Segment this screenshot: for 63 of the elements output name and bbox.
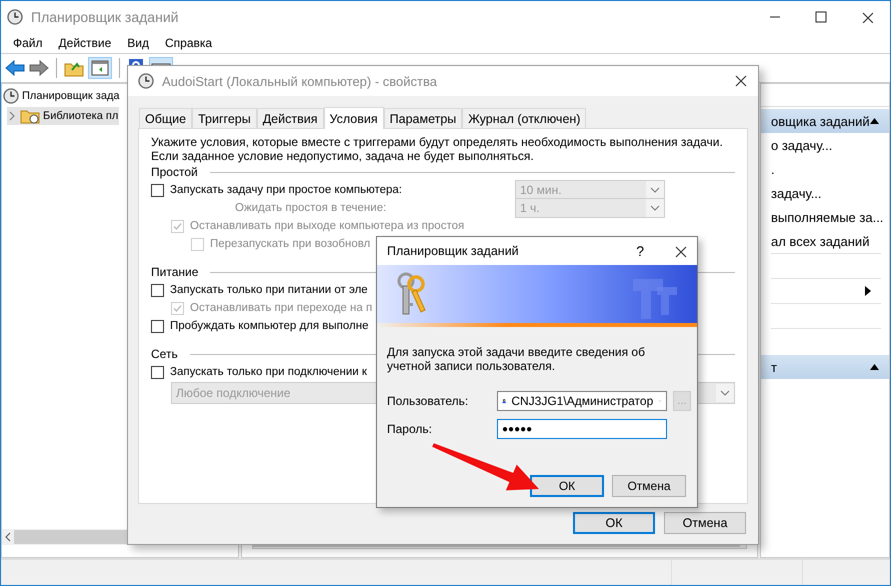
close-icon[interactable] xyxy=(734,74,748,88)
checkbox[interactable] xyxy=(151,284,164,296)
action-link[interactable]: . xyxy=(771,157,889,181)
checkbox-label[interactable]: Пробуждать компьютер для выполне xyxy=(170,320,368,332)
menu-item[interactable]: Действие xyxy=(50,36,120,50)
group-label: Сеть xyxy=(151,347,178,361)
actions-section-header[interactable]: т xyxy=(761,355,889,379)
action-link[interactable]: ал всех заданий xyxy=(771,229,889,253)
maximize-icon[interactable] xyxy=(815,11,827,23)
instruction-text: Укажите условия, которые вместе с триггерами будут определять необходимость выполнения задачи. xyxy=(151,135,724,149)
folder-clock-icon xyxy=(20,108,40,124)
password-field[interactable]: ●●●●● xyxy=(497,419,667,439)
tree-item[interactable]: Планировщик зада xyxy=(3,87,121,105)
checkbox-label[interactable]: Запускать только при питании от эле xyxy=(170,284,368,296)
tab[interactable]: Действия xyxy=(256,108,324,128)
expand-chevron-icon[interactable] xyxy=(7,111,17,121)
field-label: Пользователь: xyxy=(387,394,470,408)
ok-button[interactable]: ОК xyxy=(573,512,655,534)
user-dropdown[interactable]: CNJ3JG1\Администратор xyxy=(497,391,667,411)
group-label: Питание xyxy=(151,265,198,279)
cancel-button[interactable]: Отмена xyxy=(664,512,746,534)
ok-button[interactable]: ОК xyxy=(530,475,604,497)
dialog-title: AudoiStart (Локальный компьютер) - свойства xyxy=(162,74,437,88)
checkbox-label[interactable]: Запускать задачу при простое компьютера: xyxy=(170,184,402,196)
tab[interactable]: Журнал (отключен) xyxy=(462,108,586,128)
actions-section-header[interactable]: овщика заданий xyxy=(761,109,889,133)
menu-item[interactable]: Справка xyxy=(157,36,220,50)
tab[interactable]: Общие xyxy=(139,108,192,128)
field-label: Пароль: xyxy=(387,422,433,436)
checkbox[interactable] xyxy=(151,320,164,332)
tab[interactable]: Условия xyxy=(324,107,384,129)
clock-icon xyxy=(7,9,23,25)
action-link[interactable]: выполняемые за... xyxy=(771,205,889,229)
tab[interactable]: Триггеры xyxy=(192,108,257,128)
checkbox-label[interactable]: Запускать только при подключении к xyxy=(170,366,367,378)
cancel-button[interactable]: Отмена xyxy=(612,475,686,497)
close-icon[interactable] xyxy=(861,11,873,23)
chevron-down-icon xyxy=(646,199,664,217)
field-label: Ожидать простоя в течение: xyxy=(235,202,386,214)
back-arrow-icon[interactable] xyxy=(5,60,25,76)
menu-item[interactable]: Файл xyxy=(5,36,51,50)
menu-item[interactable]: Вид xyxy=(119,36,157,50)
window-title: Планировщик заданий xyxy=(31,9,178,25)
group-label: Простой xyxy=(151,165,198,179)
chevron-down-icon xyxy=(646,181,664,199)
dialog-title: Планировщик заданий xyxy=(387,244,519,258)
console-tree-icon[interactable] xyxy=(88,57,112,79)
clock-icon xyxy=(138,73,154,89)
submenu-arrow-icon[interactable] xyxy=(865,286,871,296)
instruction-text: Если заданное условие недопустимо, задача не будет выполняться. xyxy=(151,149,535,163)
checkbox[interactable] xyxy=(151,366,164,378)
help-button[interactable]: ? xyxy=(636,243,644,259)
collapse-arrow-icon[interactable] xyxy=(870,364,879,370)
action-link[interactable]: о задачу... xyxy=(771,133,889,157)
tree-item[interactable]: Библиотека пл xyxy=(7,107,120,125)
close-icon[interactable] xyxy=(674,244,687,258)
forward-arrow-icon[interactable] xyxy=(29,60,49,76)
action-link[interactable]: задачу... xyxy=(771,181,889,205)
clock-icon xyxy=(3,88,19,104)
tab[interactable]: Параметры xyxy=(384,108,462,128)
collapse-arrow-icon[interactable] xyxy=(870,118,879,124)
checkbox[interactable] xyxy=(151,184,164,196)
message-text: Для запуска этой задачи введите сведения об учетной записи пользователя. xyxy=(386,344,646,373)
